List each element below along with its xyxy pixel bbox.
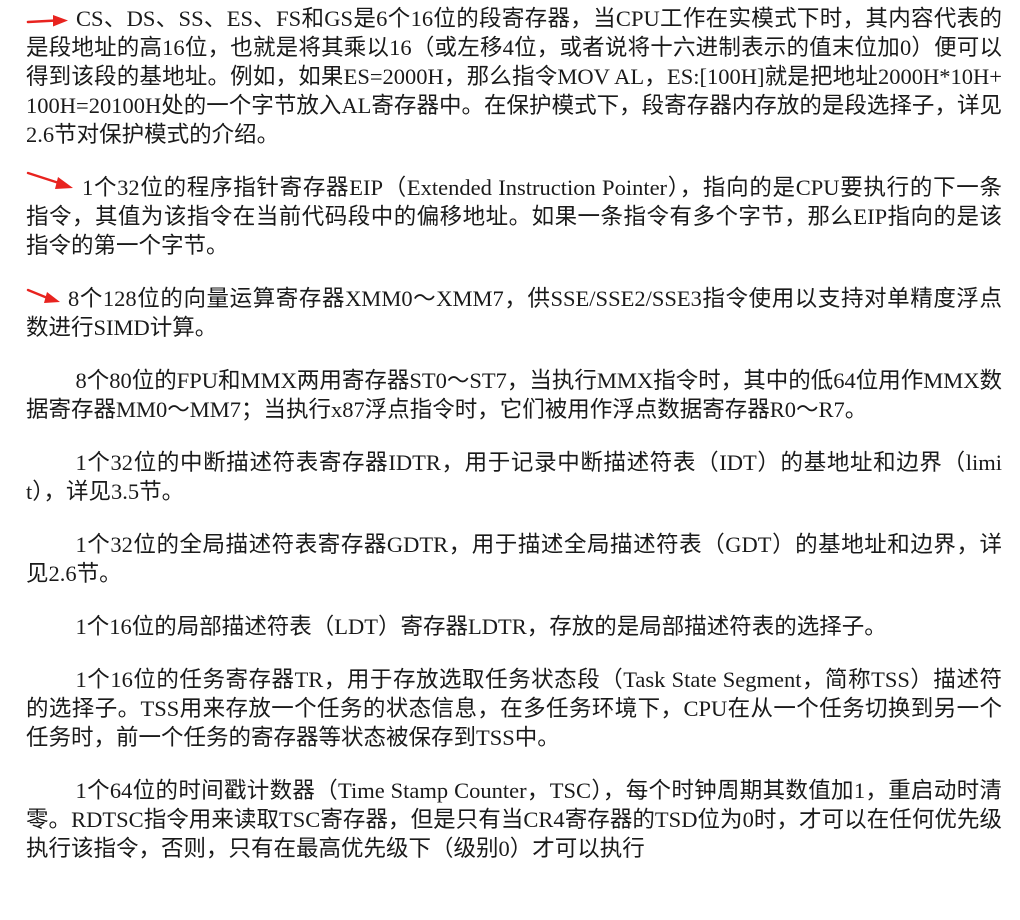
paragraph-segment-registers: CS、DS、SS、ES、FS和GS是6个16位的段寄存器，当CPU工作在实模式下… bbox=[26, 4, 1002, 149]
red-arrow-icon bbox=[26, 12, 70, 30]
paragraph-text: 8个128位的向量运算寄存器XMM0～XMM7，供SSE/SSE2/SSE3指令… bbox=[26, 286, 1002, 340]
paragraph-fpu-mmx: 8个80位的FPU和MMX两用寄存器ST0～ST7，当执行MMX指令时，其中的低… bbox=[26, 368, 1002, 422]
paragraph-ldtr: 1个16位的局部描述符表（LDT）寄存器LDTR，存放的是局部描述符表的选择子。 bbox=[75, 614, 887, 639]
paragraph-eip: 1个32位的程序指针寄存器EIP（Extended Instruction Po… bbox=[26, 170, 1002, 260]
paragraph-gdtr: 1个32位的全局描述符表寄存器GDTR，用于描述全局描述符表（GDT）的基地址和… bbox=[26, 532, 1002, 586]
paragraph-tsc: 1个64位的时间戳计数器（Time Stamp Counter，TSC），每个时… bbox=[26, 778, 1002, 861]
paragraph-xmm: 8个128位的向量运算寄存器XMM0～XMM7，供SSE/SSE2/SSE3指令… bbox=[26, 284, 1002, 342]
paragraph-text: 1个32位的程序指针寄存器EIP（Extended Instruction Po… bbox=[26, 175, 1002, 258]
document-body: CS、DS、SS、ES、FS和GS是6个16位的段寄存器，当CPU工作在实模式下… bbox=[26, 4, 1002, 887]
paragraph-tr: 1个16位的任务寄存器TR，用于存放选取任务状态段（Task State Seg… bbox=[26, 667, 1002, 750]
red-arrow-icon bbox=[26, 286, 62, 308]
paragraph-idtr: 1个32位的中断描述符表寄存器IDTR，用于记录中断描述符表（IDT）的基地址和… bbox=[26, 450, 1002, 504]
red-arrow-icon bbox=[26, 170, 76, 194]
paragraph-text: CS、DS、SS、ES、FS和GS是6个16位的段寄存器，当CPU工作在实模式下… bbox=[26, 6, 1002, 147]
